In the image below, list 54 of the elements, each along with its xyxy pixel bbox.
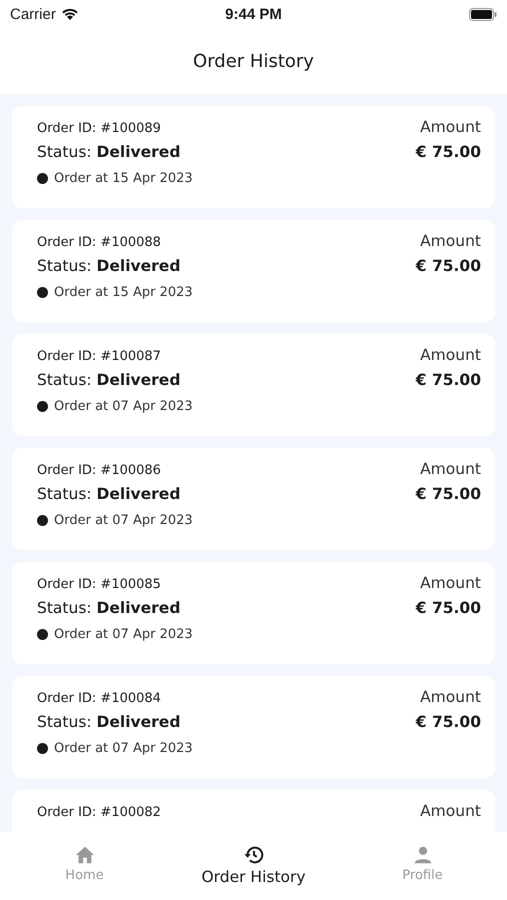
amount-label: Amount (420, 232, 481, 250)
order-date: Order at 07 Apr 2023 (54, 627, 193, 642)
order-id: Order ID: #100089 (37, 121, 162, 136)
order-date: Order at 07 Apr 2023 (54, 741, 193, 756)
tab-item[interactable]: Order History (169, 832, 338, 900)
order-status: Status: Delivered (37, 599, 182, 617)
amount-label: Amount (420, 460, 481, 478)
amount-value: € 75.00 (416, 485, 481, 503)
amount-value: € 75.00 (416, 599, 481, 617)
bullet-dot (37, 401, 48, 412)
order-date: Order at 07 Apr 2023 (54, 399, 193, 414)
order-status: Status: Delivered (37, 143, 182, 161)
order-card[interactable]: Order ID: #100085 Status: Delivered Order at 07 Apr 2023 Amount € 75.00 (12, 562, 495, 664)
history-icon (242, 844, 264, 866)
order-date: Order at 15 Apr 2023 (54, 285, 193, 300)
amount-value: € 75.00 (416, 143, 481, 161)
order-card[interactable]: Order ID: #100082 Amount (12, 790, 495, 832)
page-title: Order History (193, 50, 314, 72)
bullet-dot (37, 173, 48, 184)
order-status: Status: Delivered (37, 485, 182, 503)
order-card[interactable]: Order ID: #100089 Status: Delivered Order at 15 Apr 2023 Amount € 75.00 (12, 106, 495, 208)
order-id: Order ID: #100087 (37, 349, 162, 364)
order-card[interactable]: Order ID: #100086 Status: Delivered Order at 07 Apr 2023 Amount € 75.00 (12, 448, 495, 550)
order-id: Order ID: #100088 (37, 235, 162, 250)
bullet-dot (37, 743, 48, 754)
amount-label: Amount (420, 118, 481, 136)
bullet-dot (37, 629, 48, 640)
profile-icon (412, 844, 434, 866)
wifi-icon (60, 7, 79, 21)
amount-label: Amount (420, 346, 481, 364)
order-status: Status: Delivered (37, 257, 182, 275)
amount-label: Amount (420, 802, 481, 820)
amount-value: € 75.00 (416, 371, 481, 389)
clock-time: 9:44 PM (225, 6, 282, 22)
amount-label: Amount (420, 688, 481, 706)
home-icon (74, 844, 96, 866)
battery-icon (469, 8, 497, 20)
order-id: Order ID: #100086 (37, 463, 162, 478)
order-date: Order at 07 Apr 2023 (54, 513, 193, 528)
order-card[interactable]: Order ID: #100087 Status: Delivered Order at 07 Apr 2023 Amount € 75.00 (12, 334, 495, 436)
order-id: Order ID: #100084 (37, 691, 162, 706)
order-card[interactable]: Order ID: #100084 Status: Delivered Order at 07 Apr 2023 Amount € 75.00 (12, 676, 495, 778)
order-status: Status: Delivered (37, 713, 182, 731)
amount-label: Amount (420, 574, 481, 592)
order-card[interactable]: Order ID: #100088 Status: Delivered Order at 15 Apr 2023 Amount € 75.00 (12, 220, 495, 322)
amount-value: € 75.00 (416, 257, 481, 275)
bullet-dot (37, 287, 48, 298)
order-status: Status: Delivered (37, 371, 182, 389)
bullet-dot (37, 515, 48, 526)
amount-value: € 75.00 (416, 713, 481, 731)
carrier-name: Carrier (10, 6, 56, 22)
order-date: Order at 15 Apr 2023 (54, 171, 193, 186)
order-id: Order ID: #100082 (37, 805, 161, 820)
order-id: Order ID: #100085 (37, 577, 162, 592)
